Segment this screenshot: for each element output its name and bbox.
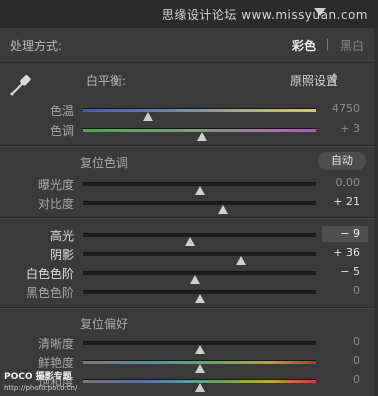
slider-value[interactable]: + 21: [333, 195, 360, 208]
slider-track[interactable]: [83, 108, 316, 121]
slider-track[interactable]: [83, 252, 316, 265]
slider-track[interactable]: [83, 233, 316, 246]
slider-value[interactable]: 4750: [332, 102, 360, 115]
slider-value[interactable]: + 3: [340, 122, 360, 135]
treatment-row: 处理方式: 彩色 黑白: [0, 28, 378, 62]
slider-value[interactable]: − 9: [322, 226, 368, 242]
slider-track[interactable]: [83, 379, 316, 392]
slider-label: 色温: [49, 104, 74, 118]
slider-label: 鲜艳度: [37, 356, 74, 370]
white-balance-label: 白平衡:: [86, 74, 127, 88]
slider-thumb[interactable]: [194, 383, 205, 392]
slider-track[interactable]: [83, 128, 316, 141]
slider-label: 白色色阶: [25, 267, 74, 281]
slider-clarity[interactable]: 清晰度 0: [0, 333, 378, 354]
white-balance-select[interactable]: 原照设置: [290, 72, 338, 89]
slider-track[interactable]: [83, 341, 316, 354]
watermark-bottom-url: http://photo.poco.cn/: [4, 384, 78, 392]
slider-label: 高光: [49, 229, 74, 243]
slider-value[interactable]: − 5: [340, 265, 360, 278]
divider: [0, 218, 378, 219]
divider: [0, 308, 378, 309]
slider-value[interactable]: 0.00: [336, 176, 361, 189]
slider-thumb[interactable]: [196, 132, 207, 141]
divider: [0, 62, 378, 63]
treatment-separator: [327, 39, 328, 51]
slider-label: 黑色色阶: [25, 286, 74, 300]
treatment-color-option[interactable]: 彩色: [292, 37, 316, 54]
slider-value[interactable]: 0: [353, 373, 360, 386]
slider-temperature[interactable]: 色温 4750: [0, 100, 378, 121]
slider-blacks[interactable]: 黑色色阶 0: [0, 282, 378, 303]
slider-contrast[interactable]: 对比度 + 21: [0, 193, 378, 214]
panel-scroll-edge: [374, 28, 378, 396]
slider-label: 清晰度: [37, 337, 74, 351]
slider-track[interactable]: [83, 271, 316, 284]
eyedropper-icon[interactable]: [8, 72, 34, 98]
auto-button[interactable]: 自动: [318, 152, 366, 170]
select-arrows-icon[interactable]: ▴ ▾: [332, 71, 340, 87]
basic-panel: 思缘设计论坛 www.missyuan.com 处理方式: 彩色 黑白 白平衡:…: [0, 0, 378, 396]
treatment-bw-option[interactable]: 黑白: [340, 37, 364, 54]
divider: [0, 146, 378, 147]
slider-thumb[interactable]: [194, 294, 205, 303]
slider-track[interactable]: [83, 182, 316, 195]
watermark-top: 思缘设计论坛 www.missyuan.com: [161, 8, 368, 22]
slider-shadows[interactable]: 阴影 + 36: [0, 244, 378, 265]
slider-label: 阴影: [49, 248, 74, 262]
slider-label: 色调: [49, 124, 74, 138]
slider-label: 曝光度: [37, 178, 74, 192]
slider-value[interactable]: + 36: [333, 246, 360, 259]
watermark-bottom: POCO 摄影专题: [4, 372, 72, 382]
slider-label: 对比度: [37, 197, 74, 211]
panel-header: 思缘设计论坛 www.missyuan.com: [0, 0, 378, 28]
tone-section-label[interactable]: 复位色调: [80, 154, 128, 171]
slider-vibrance[interactable]: 鲜艳度 0: [0, 352, 378, 373]
slider-track[interactable]: [83, 201, 316, 214]
slider-thumb[interactable]: [217, 205, 228, 214]
slider-track[interactable]: [83, 290, 316, 303]
slider-value[interactable]: 0: [353, 335, 360, 348]
slider-value[interactable]: 0: [353, 354, 360, 367]
slider-highlights[interactable]: 高光 − 9: [0, 225, 378, 246]
slider-track[interactable]: [83, 360, 316, 373]
slider-value[interactable]: 0: [353, 284, 360, 297]
presence-section-label[interactable]: 复位偏好: [80, 315, 128, 332]
slider-exposure[interactable]: 曝光度 0.00: [0, 174, 378, 195]
treatment-label: 处理方式:: [10, 39, 63, 53]
slider-whites[interactable]: 白色色阶 − 5: [0, 263, 378, 284]
slider-tint[interactable]: 色调 + 3: [0, 120, 378, 141]
